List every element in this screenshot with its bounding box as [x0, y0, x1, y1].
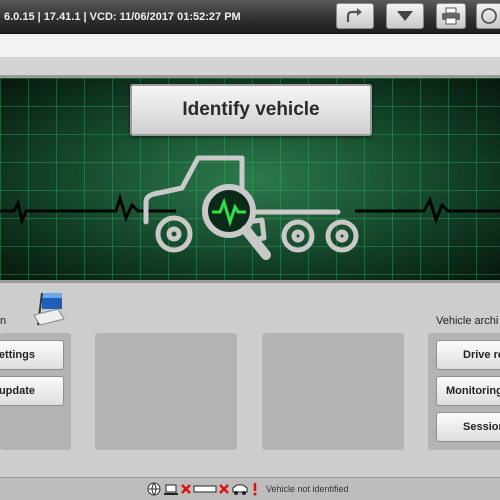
- redo-button[interactable]: [336, 3, 374, 29]
- dropdown-button[interactable]: [386, 3, 424, 29]
- spacer: [0, 58, 500, 75]
- left-section-label: n: [0, 315, 7, 327]
- dropdown-triangle-icon: [397, 11, 413, 21]
- globe-icon: [147, 482, 161, 496]
- empty-panel-2: [262, 333, 404, 450]
- error-x-icon: [181, 484, 191, 494]
- toolbar-strip: [0, 34, 500, 58]
- warning-icon: [253, 483, 257, 496]
- identify-vehicle-panel[interactable]: Identify vehicle: [0, 75, 500, 283]
- empty-panel-1: [95, 333, 237, 450]
- laptop-icon: [164, 484, 178, 495]
- cable-icon: [193, 485, 217, 493]
- printer-icon: [442, 7, 460, 25]
- update-button[interactable]: update: [0, 376, 64, 406]
- redo-arrow-icon: [346, 8, 362, 22]
- vehicle-status-text: Vehicle not identified: [266, 484, 349, 494]
- drive-recorder-button[interactable]: Drive re: [436, 340, 500, 370]
- connection-icons: [146, 481, 260, 497]
- vehicle-search-icon: [143, 155, 359, 260]
- right-section-label: Vehicle archi: [436, 315, 499, 327]
- identify-vehicle-button[interactable]: Identify vehicle: [130, 84, 372, 136]
- print-button[interactable]: [436, 3, 466, 29]
- status-bar: Vehicle not identified: [0, 477, 500, 500]
- version-info: 6.0.15 | 17.41.1 | VCD: 11/06/2017 01:52…: [4, 11, 241, 23]
- flag-icon: [33, 292, 65, 326]
- monitoring-button[interactable]: Monitoring: [436, 376, 500, 406]
- main-lower-area: n settings update Vehicle archi Drive re…: [0, 283, 500, 477]
- help-icon: [481, 8, 497, 24]
- error-x-icon: [219, 484, 229, 494]
- help-button[interactable]: [476, 3, 500, 29]
- car-connect-icon: [232, 484, 248, 495]
- top-bar: 6.0.15 | 17.41.1 | VCD: 11/06/2017 01:52…: [0, 0, 500, 34]
- session-button[interactable]: Session: [436, 412, 500, 442]
- settings-button[interactable]: settings: [0, 340, 64, 370]
